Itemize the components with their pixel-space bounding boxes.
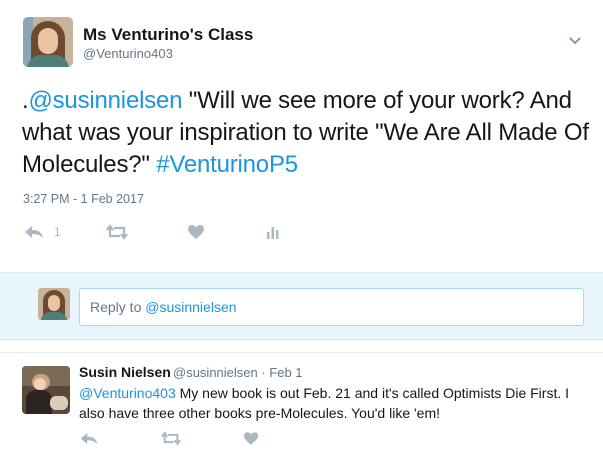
retweet-button[interactable] [106,222,128,242]
main-tweet: Ms Venturino's Class @Venturino403 .@sus… [0,0,603,272]
analytics-icon [266,224,280,240]
reply-icon [23,224,45,240]
reply-author-name[interactable]: Susin Nielsen [79,364,171,380]
avatar[interactable] [22,366,70,414]
author-handle[interactable]: @Venturino403 [83,46,173,61]
reply-mention-link[interactable]: @Venturino403 [79,385,176,401]
avatar[interactable] [23,17,73,67]
avatar [38,288,70,320]
timestamp[interactable]: 3:27 PM - 1 Feb 2017 [23,192,144,206]
reply-text: @Venturino403 My new book is out Feb. 21… [79,383,589,423]
analytics-button[interactable] [266,222,280,242]
reply-button[interactable]: 1 [23,222,61,242]
reply-meta[interactable]: @susinnielsen · Feb 1 [173,365,303,380]
reply-input[interactable]: Reply to @susinnielsen [79,288,584,326]
chevron-down-icon[interactable] [567,34,583,46]
reply-count: 1 [54,225,61,239]
reply-placeholder-mention: @susinnielsen [145,299,237,315]
tweet-text: .@susinnielsen "Will we see more of your… [22,85,592,181]
heart-icon [243,431,259,446]
mention-link[interactable]: @susinnielsen [28,87,182,114]
retweet-icon [106,224,128,240]
reply-button[interactable] [79,428,99,448]
retweet-button[interactable] [161,428,181,448]
author-name[interactable]: Ms Venturino's Class [83,25,253,45]
reply-placeholder-prefix: Reply to [90,299,146,315]
like-button[interactable] [187,222,205,242]
reply-icon [79,431,99,446]
heart-icon [187,224,205,240]
hashtag-link[interactable]: #VenturinoP5 [156,151,298,178]
retweet-icon [161,430,181,446]
like-button[interactable] [243,428,259,448]
